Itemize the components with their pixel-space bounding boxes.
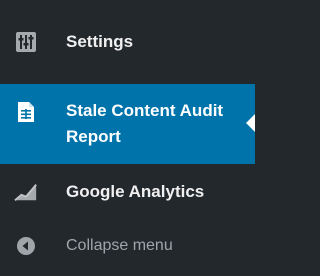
- collapse-arrow-icon: [14, 234, 38, 258]
- menu-item-google-analytics[interactable]: Google Analytics: [0, 172, 255, 212]
- menu-item-settings[interactable]: Settings: [0, 22, 255, 62]
- admin-sidebar-menu: Settings Stale Content Audit Report Goog…: [0, 0, 255, 276]
- analytics-chart-icon: [14, 180, 38, 204]
- menu-item-label: Settings: [66, 32, 134, 51]
- collapse-menu-label: Collapse menu: [66, 237, 173, 254]
- settings-icon: [14, 30, 38, 54]
- menu-item-stale-content-audit-report[interactable]: Stale Content Audit Report: [0, 84, 255, 164]
- collapse-menu-button[interactable]: Collapse menu: [0, 228, 255, 264]
- menu-item-label: Stale Content Audit Report: [66, 101, 224, 146]
- active-indicator-arrow: [246, 114, 255, 132]
- document-icon: [14, 100, 38, 124]
- menu-item-label: Google Analytics: [66, 182, 205, 201]
